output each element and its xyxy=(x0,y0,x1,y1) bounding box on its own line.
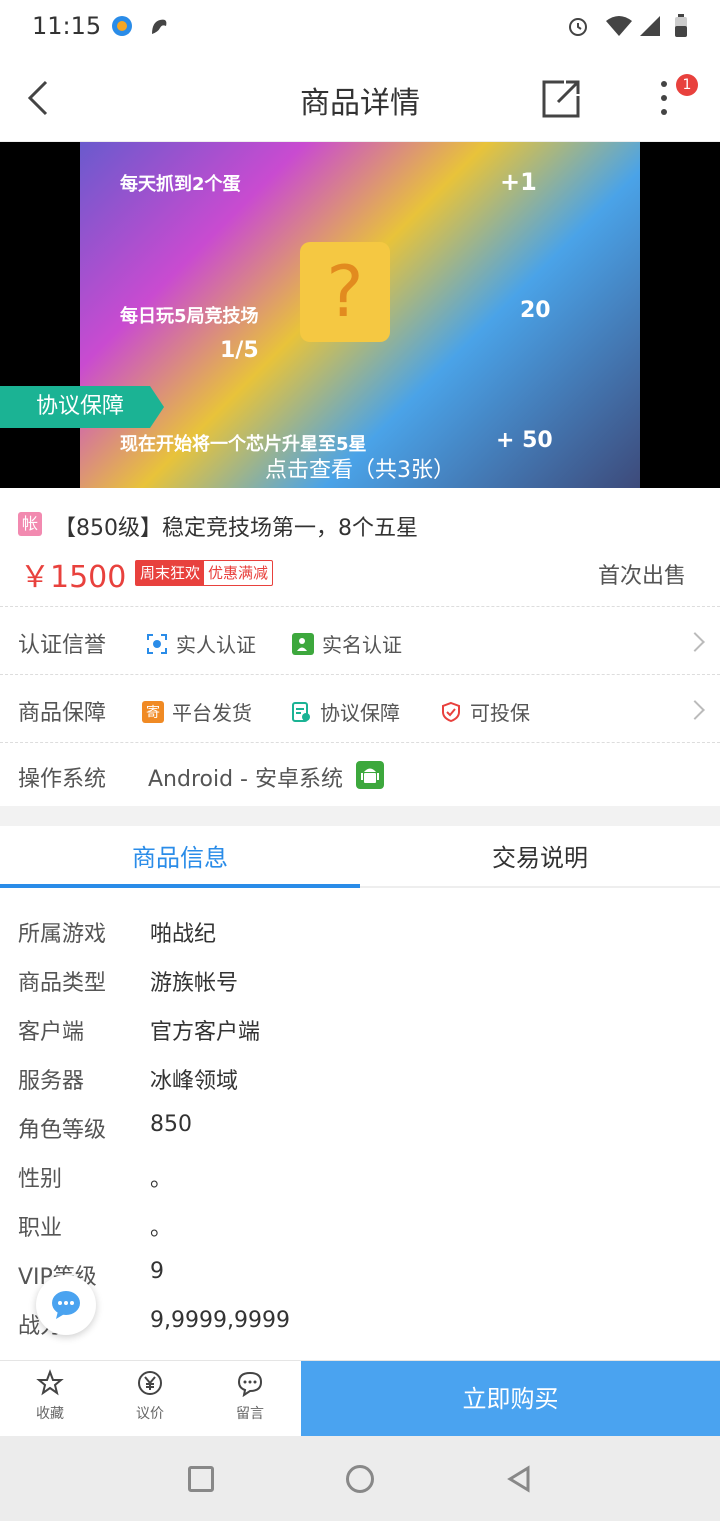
question-block-icon: ? xyxy=(300,242,390,342)
insurable: 可投保 xyxy=(440,697,530,726)
signal-icon xyxy=(638,14,662,38)
product-price: ￥1500 xyxy=(20,560,127,595)
os-row: 操作系统 Android - 安卓系统 xyxy=(0,742,720,806)
shield-check-icon xyxy=(440,701,462,723)
top-nav-bar: 商品详情 1 xyxy=(0,56,720,142)
tab-trade-notes[interactable]: 交易说明 xyxy=(360,838,720,873)
real-name-cert: 实名认证 xyxy=(292,629,402,658)
document-check-icon xyxy=(290,701,312,723)
alarm-icon xyxy=(566,14,590,38)
screenshot-text: 每天抓到2个蛋 xyxy=(120,174,241,195)
battery-icon xyxy=(674,14,688,38)
screenshot-text: +1 xyxy=(500,168,537,196)
guarantee-label: 商品保障 xyxy=(18,701,107,726)
home-icon[interactable] xyxy=(346,1465,374,1493)
yuan-icon xyxy=(138,1371,162,1395)
screenshot-text: + 50 xyxy=(496,428,553,453)
info-row-class: 职业。 xyxy=(18,1216,173,1241)
agreement-protection: 协议保障 xyxy=(290,697,400,726)
face-scan-icon xyxy=(146,633,168,655)
info-row-power: 战力 9,9999,9999 xyxy=(18,1308,290,1339)
favorite-button[interactable]: 收藏 xyxy=(20,1369,80,1423)
certification-row[interactable]: 认证信誉 实人认证 实名认证 xyxy=(0,606,720,674)
status-bar: 11:15 xyxy=(0,0,720,56)
shipping-icon: 寄 xyxy=(142,700,164,723)
info-row-gender: 性别。 xyxy=(18,1167,173,1192)
system-nav-bar xyxy=(0,1436,720,1521)
promo-tag-discount: 优惠满减 xyxy=(208,564,269,582)
notification-badge: 1 xyxy=(676,74,698,96)
view-images-link[interactable]: 点击查看（共3张） xyxy=(0,452,720,484)
info-row-client: 客户端 官方客户端 xyxy=(18,1020,261,1045)
chevron-right-icon xyxy=(685,700,705,720)
screenshot-text: 1/5 xyxy=(220,338,259,363)
product-summary: 帐 【850级】稳定竞技场第一，8个五星 ￥1500 周末狂欢 优惠满减 首次出… xyxy=(0,488,720,606)
info-row-server: 服务器 冰峰领域 xyxy=(18,1069,239,1094)
buy-now-button[interactable]: 立即购买 xyxy=(301,1361,720,1437)
app-notification-icon xyxy=(110,14,134,38)
os-label: 操作系统 xyxy=(18,767,107,792)
info-row-game: 所属游戏 啪战纪 xyxy=(18,922,217,947)
section-divider xyxy=(0,806,720,826)
protection-tag: 协议保障 xyxy=(0,386,164,428)
page-title: 商品详情 xyxy=(300,86,420,121)
account-badge: 帐 xyxy=(18,512,42,536)
chat-bubble-icon xyxy=(52,1291,80,1319)
real-person-cert: 实人认证 xyxy=(146,629,256,658)
first-sale-label: 首次出售 xyxy=(597,564,686,589)
id-verified-icon xyxy=(292,632,314,655)
message-button[interactable]: 留言 xyxy=(220,1369,280,1423)
chevron-right-icon xyxy=(685,632,705,652)
promo-tag-weekend: 周末狂欢 xyxy=(136,561,205,585)
game-screenshot: 每天抓到2个蛋 +1 每日玩5局竞技场 1/5 20 现在开始将一个芯片升星至5… xyxy=(80,142,640,488)
product-image-banner[interactable]: 每天抓到2个蛋 +1 每日玩5局竞技场 1/5 20 现在开始将一个芯片升星至5… xyxy=(0,142,720,488)
active-tab-indicator xyxy=(0,884,360,888)
certification-label: 认证信誉 xyxy=(18,633,107,658)
recent-apps-icon[interactable] xyxy=(188,1466,214,1492)
screenshot-text: 20 xyxy=(520,298,551,323)
android-icon xyxy=(356,761,384,789)
info-row-type: 商品类型 游族帐号 xyxy=(18,971,239,996)
info-row-level: 角色等级 850 xyxy=(18,1112,192,1143)
bargain-button[interactable]: 议价 xyxy=(120,1369,180,1423)
product-title: 【850级】稳定竞技场第一，8个五星 xyxy=(54,516,418,541)
star-icon xyxy=(36,1369,64,1396)
squirrel-app-icon xyxy=(148,14,172,38)
status-time: 11:15 xyxy=(32,12,102,40)
detail-tabs: 商品信息 交易说明 xyxy=(0,826,720,888)
comment-icon xyxy=(237,1371,263,1398)
screenshot-text: 每日玩5局竞技场 xyxy=(120,306,259,327)
tab-product-info[interactable]: 商品信息 xyxy=(0,838,360,873)
os-value: Android - 安卓系统 xyxy=(148,767,343,792)
platform-delivery: 寄 平台发货 xyxy=(142,697,252,726)
back-nav-icon[interactable] xyxy=(504,1464,534,1494)
info-row-vip: VIP等级9 xyxy=(18,1259,164,1290)
guarantee-row[interactable]: 商品保障 寄 平台发货 协议保障 可投保 xyxy=(0,674,720,742)
wifi-icon xyxy=(604,14,634,38)
share-icon[interactable] xyxy=(540,78,582,120)
bottom-action-bar: 收藏 议价 留言 立即购买 xyxy=(0,1360,720,1437)
promo-tags: 周末狂欢 优惠满减 xyxy=(135,560,274,586)
more-menu-icon[interactable] xyxy=(654,78,674,118)
chat-float-button[interactable] xyxy=(36,1275,96,1335)
